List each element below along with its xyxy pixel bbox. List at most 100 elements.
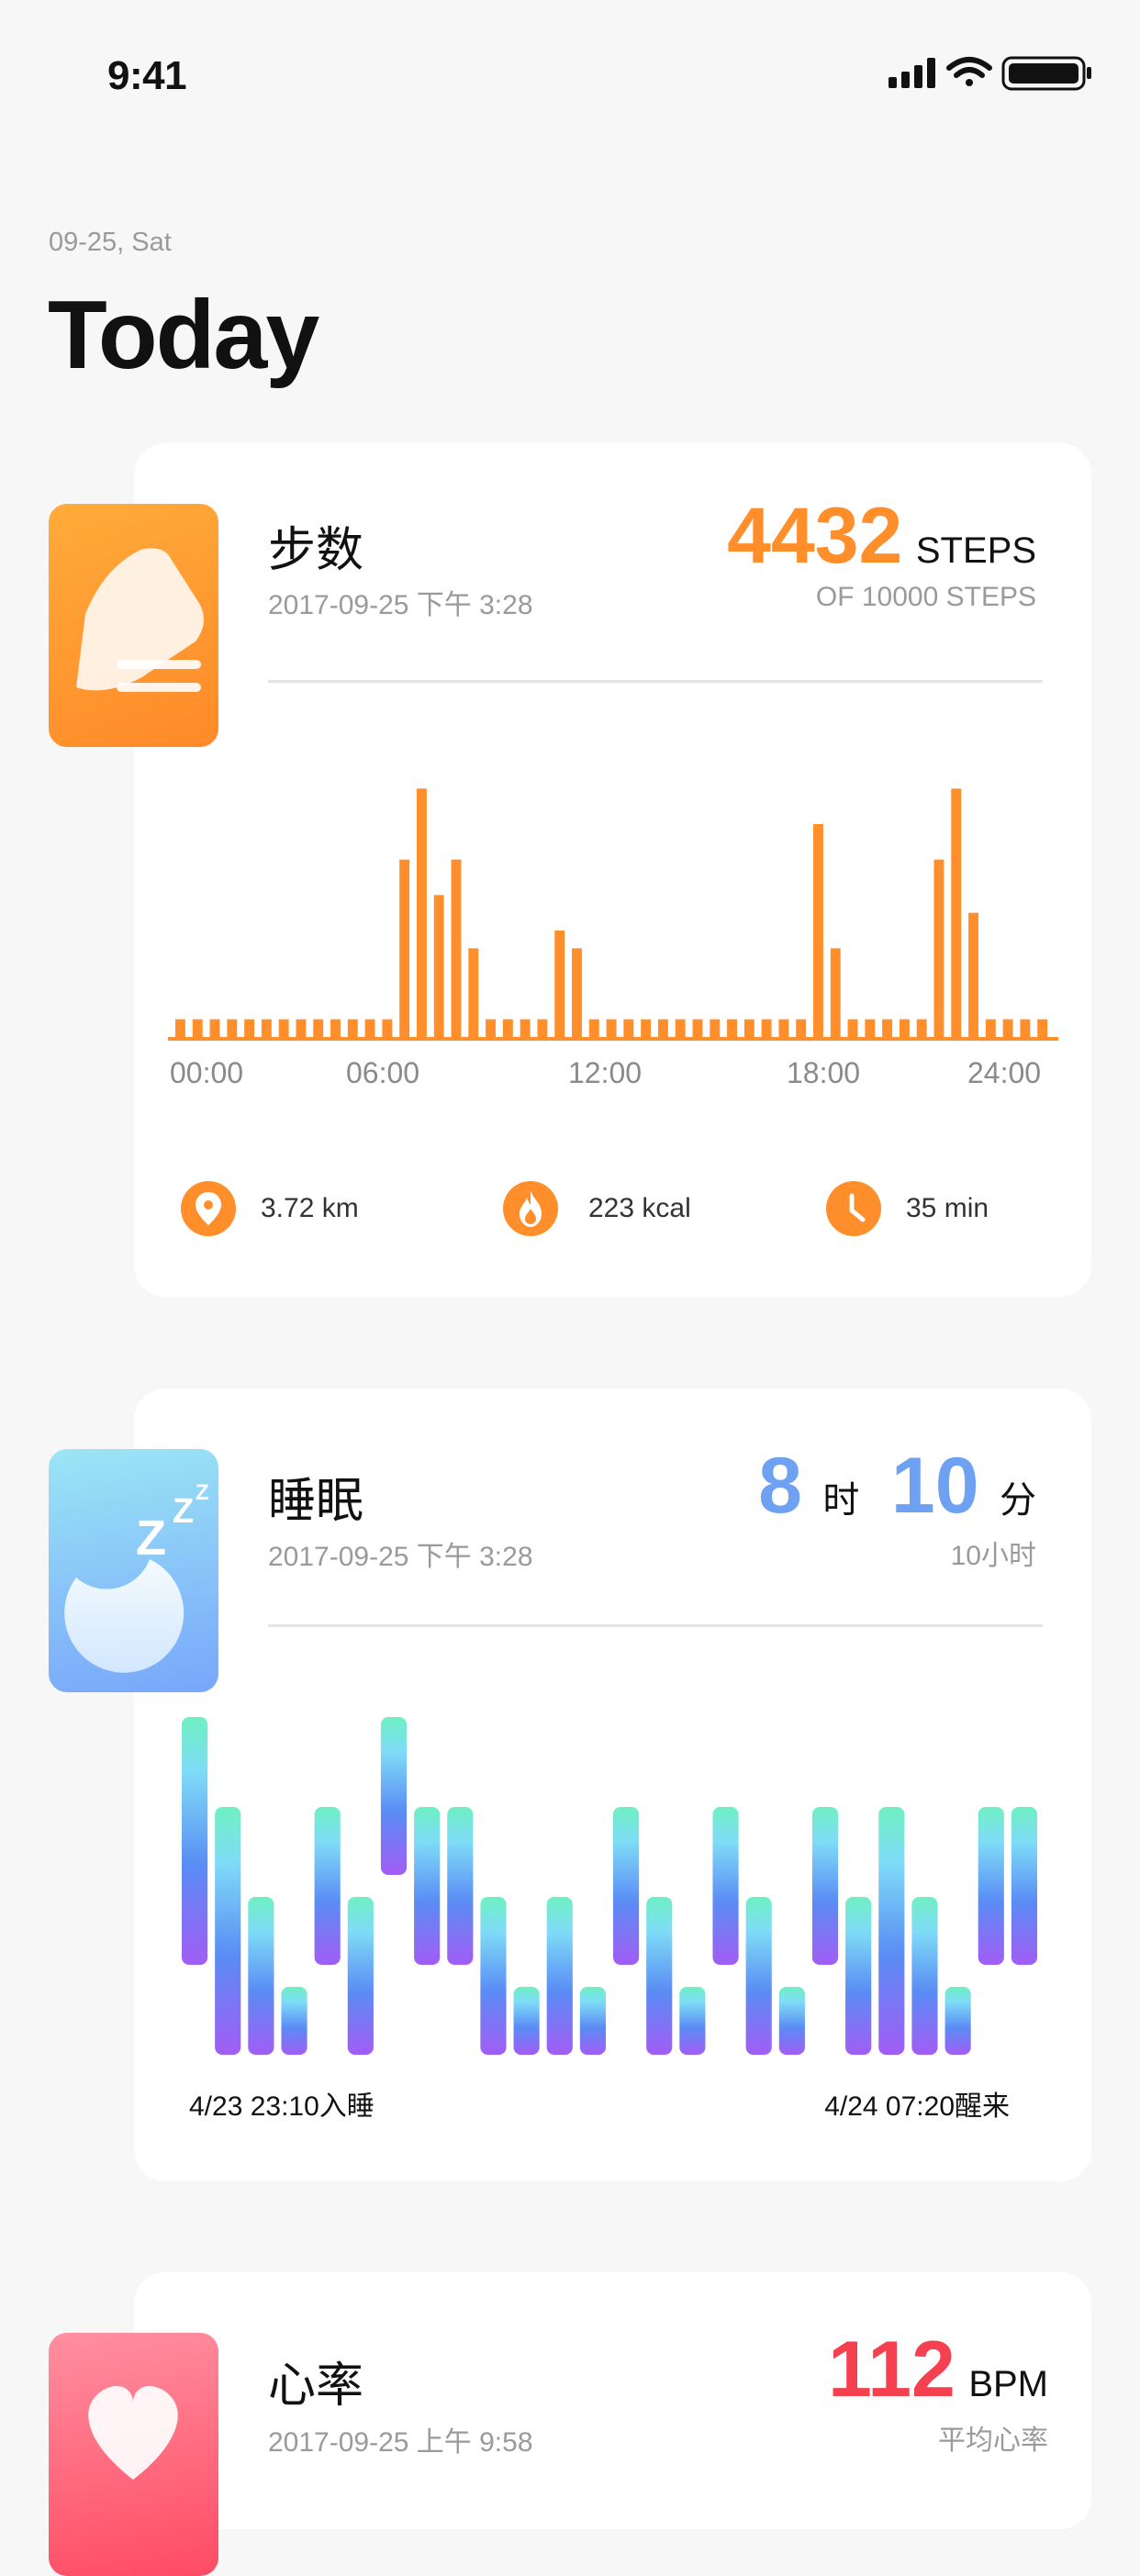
sleep-stage-segment	[978, 1807, 1004, 1965]
heart-timestamp: 2017-09-25 上午 9:58	[268, 2427, 533, 2458]
sleep-stage-segment	[447, 1807, 474, 1965]
steps-bar	[743, 1019, 754, 1037]
axis-label-4: 24:00	[967, 1056, 1042, 1089]
sleep-stage-segment	[414, 1807, 441, 1965]
axis-label-0: 00:00	[170, 1056, 244, 1089]
date-label: 09-25, Sat	[49, 228, 172, 257]
heart-value: 112	[828, 2325, 956, 2414]
sleep-minutes-unit: 分	[1000, 1480, 1036, 1521]
sleep-tile: Z Z Z	[49, 1449, 218, 1692]
steps-unit: STEPS	[915, 530, 1036, 571]
steps-bar	[588, 1019, 599, 1037]
sleep-stage-segment	[878, 1807, 905, 2055]
steps-bar	[916, 1019, 927, 1037]
steps-bar	[382, 1019, 393, 1037]
heart-metric: 112 BPM	[828, 2325, 1048, 2415]
steps-bar	[623, 1019, 634, 1037]
steps-divider	[268, 680, 1043, 683]
steps-bar	[209, 1019, 220, 1037]
axis-label-3: 18:00	[787, 1056, 861, 1089]
sleep-stage-segment	[347, 1897, 374, 2055]
sleep-stage-segment	[712, 1807, 739, 1965]
steps-bar	[537, 1019, 548, 1037]
sleep-stage-segment	[314, 1807, 341, 1965]
sleep-timestamp: 2017-09-25 下午 3:28	[268, 1542, 533, 1572]
status-icons	[889, 53, 1095, 91]
sleep-hours-unit: 时	[822, 1480, 860, 1521]
steps-bar	[813, 824, 823, 1037]
sleep-stage-segment	[679, 1987, 706, 2055]
sleep-stage-segment	[215, 1807, 241, 2055]
steps-bar	[1002, 1019, 1013, 1037]
steps-bar	[1037, 1019, 1048, 1037]
sleep-stage-segment	[546, 1897, 573, 2055]
steps-bar	[313, 1019, 324, 1037]
sleep-stage-segment	[845, 1897, 872, 2055]
calories-value: 223 kcal	[588, 1193, 691, 1223]
axis-label-1: 06:00	[346, 1056, 420, 1089]
sleep-minutes: 10	[890, 1442, 979, 1530]
steps-bar	[278, 1019, 289, 1037]
steps-bar	[554, 931, 565, 1037]
page-title: Today	[48, 281, 319, 389]
steps-bar	[433, 895, 444, 1037]
steps-bar	[675, 1019, 686, 1037]
steps-bar	[778, 1019, 789, 1037]
steps-timestamp: 2017-09-25 下午 3:28	[268, 590, 533, 620]
steps-bar	[486, 1019, 497, 1037]
steps-bar	[847, 1019, 858, 1037]
steps-baseline	[168, 1037, 1058, 1041]
steps-bar	[641, 1019, 652, 1037]
sleep-divider	[268, 1624, 1043, 1627]
sleep-stage-segment	[182, 1717, 208, 1965]
sleep-target: 10小时	[950, 1541, 1036, 1571]
steps-bar	[175, 1019, 185, 1037]
sleep-stage-segment	[579, 1987, 606, 2055]
steps-bar	[692, 1019, 703, 1037]
battery-icon	[1001, 56, 1091, 91]
sleep-stage-segment	[480, 1897, 507, 2055]
steps-bar	[710, 1019, 721, 1037]
sleep-chart	[182, 1717, 1037, 2055]
steps-bar	[520, 1019, 531, 1037]
steps-bar	[933, 859, 944, 1037]
sleep-stage-segment	[944, 1987, 971, 2055]
steps-bar	[657, 1019, 668, 1037]
sleep-stage-segment	[1011, 1807, 1037, 1965]
heart-tile	[49, 2333, 218, 2576]
moon-icon: Z Z Z	[64, 1480, 209, 1673]
sleep-start-label: 4/23 23:10入睡	[189, 2091, 374, 2122]
steps-metric: 4432 STEPS	[727, 491, 1036, 582]
steps-goal: OF 10000 STEPS	[815, 582, 1036, 612]
steps-bar	[606, 1019, 617, 1037]
svg-text:Z: Z	[173, 1492, 194, 1531]
steps-bar	[192, 1019, 203, 1037]
steps-bar	[899, 1019, 910, 1037]
steps-bar	[416, 788, 427, 1037]
steps-value: 4432	[727, 492, 903, 580]
steps-bar	[451, 859, 462, 1037]
steps-bar	[865, 1019, 876, 1037]
steps-bar	[951, 788, 962, 1037]
sleep-stage-segment	[613, 1807, 640, 1965]
sleep-hours: 8	[758, 1442, 802, 1530]
axis-label-2: 12:00	[568, 1056, 643, 1089]
steps-bar	[347, 1019, 358, 1037]
svg-text:Z: Z	[136, 1511, 166, 1566]
distance-value: 3.72 km	[261, 1193, 359, 1223]
sneaker-icon	[76, 548, 204, 692]
clock-icon	[826, 1181, 881, 1236]
steps-bar	[502, 1019, 513, 1037]
steps-title: 步数	[268, 524, 364, 577]
steps-bar	[796, 1019, 807, 1037]
steps-bar	[985, 1019, 996, 1037]
steps-bar	[261, 1019, 272, 1037]
steps-bar	[399, 859, 410, 1037]
heart-title: 心率	[268, 2359, 364, 2413]
sleep-metric: 8 时 10 分	[758, 1441, 1036, 1532]
steps-bar	[572, 948, 582, 1037]
heart-unit: BPM	[968, 2364, 1048, 2404]
steps-bar	[244, 1019, 255, 1037]
steps-bar	[727, 1019, 737, 1037]
sleep-stage-segment	[513, 1987, 540, 2055]
